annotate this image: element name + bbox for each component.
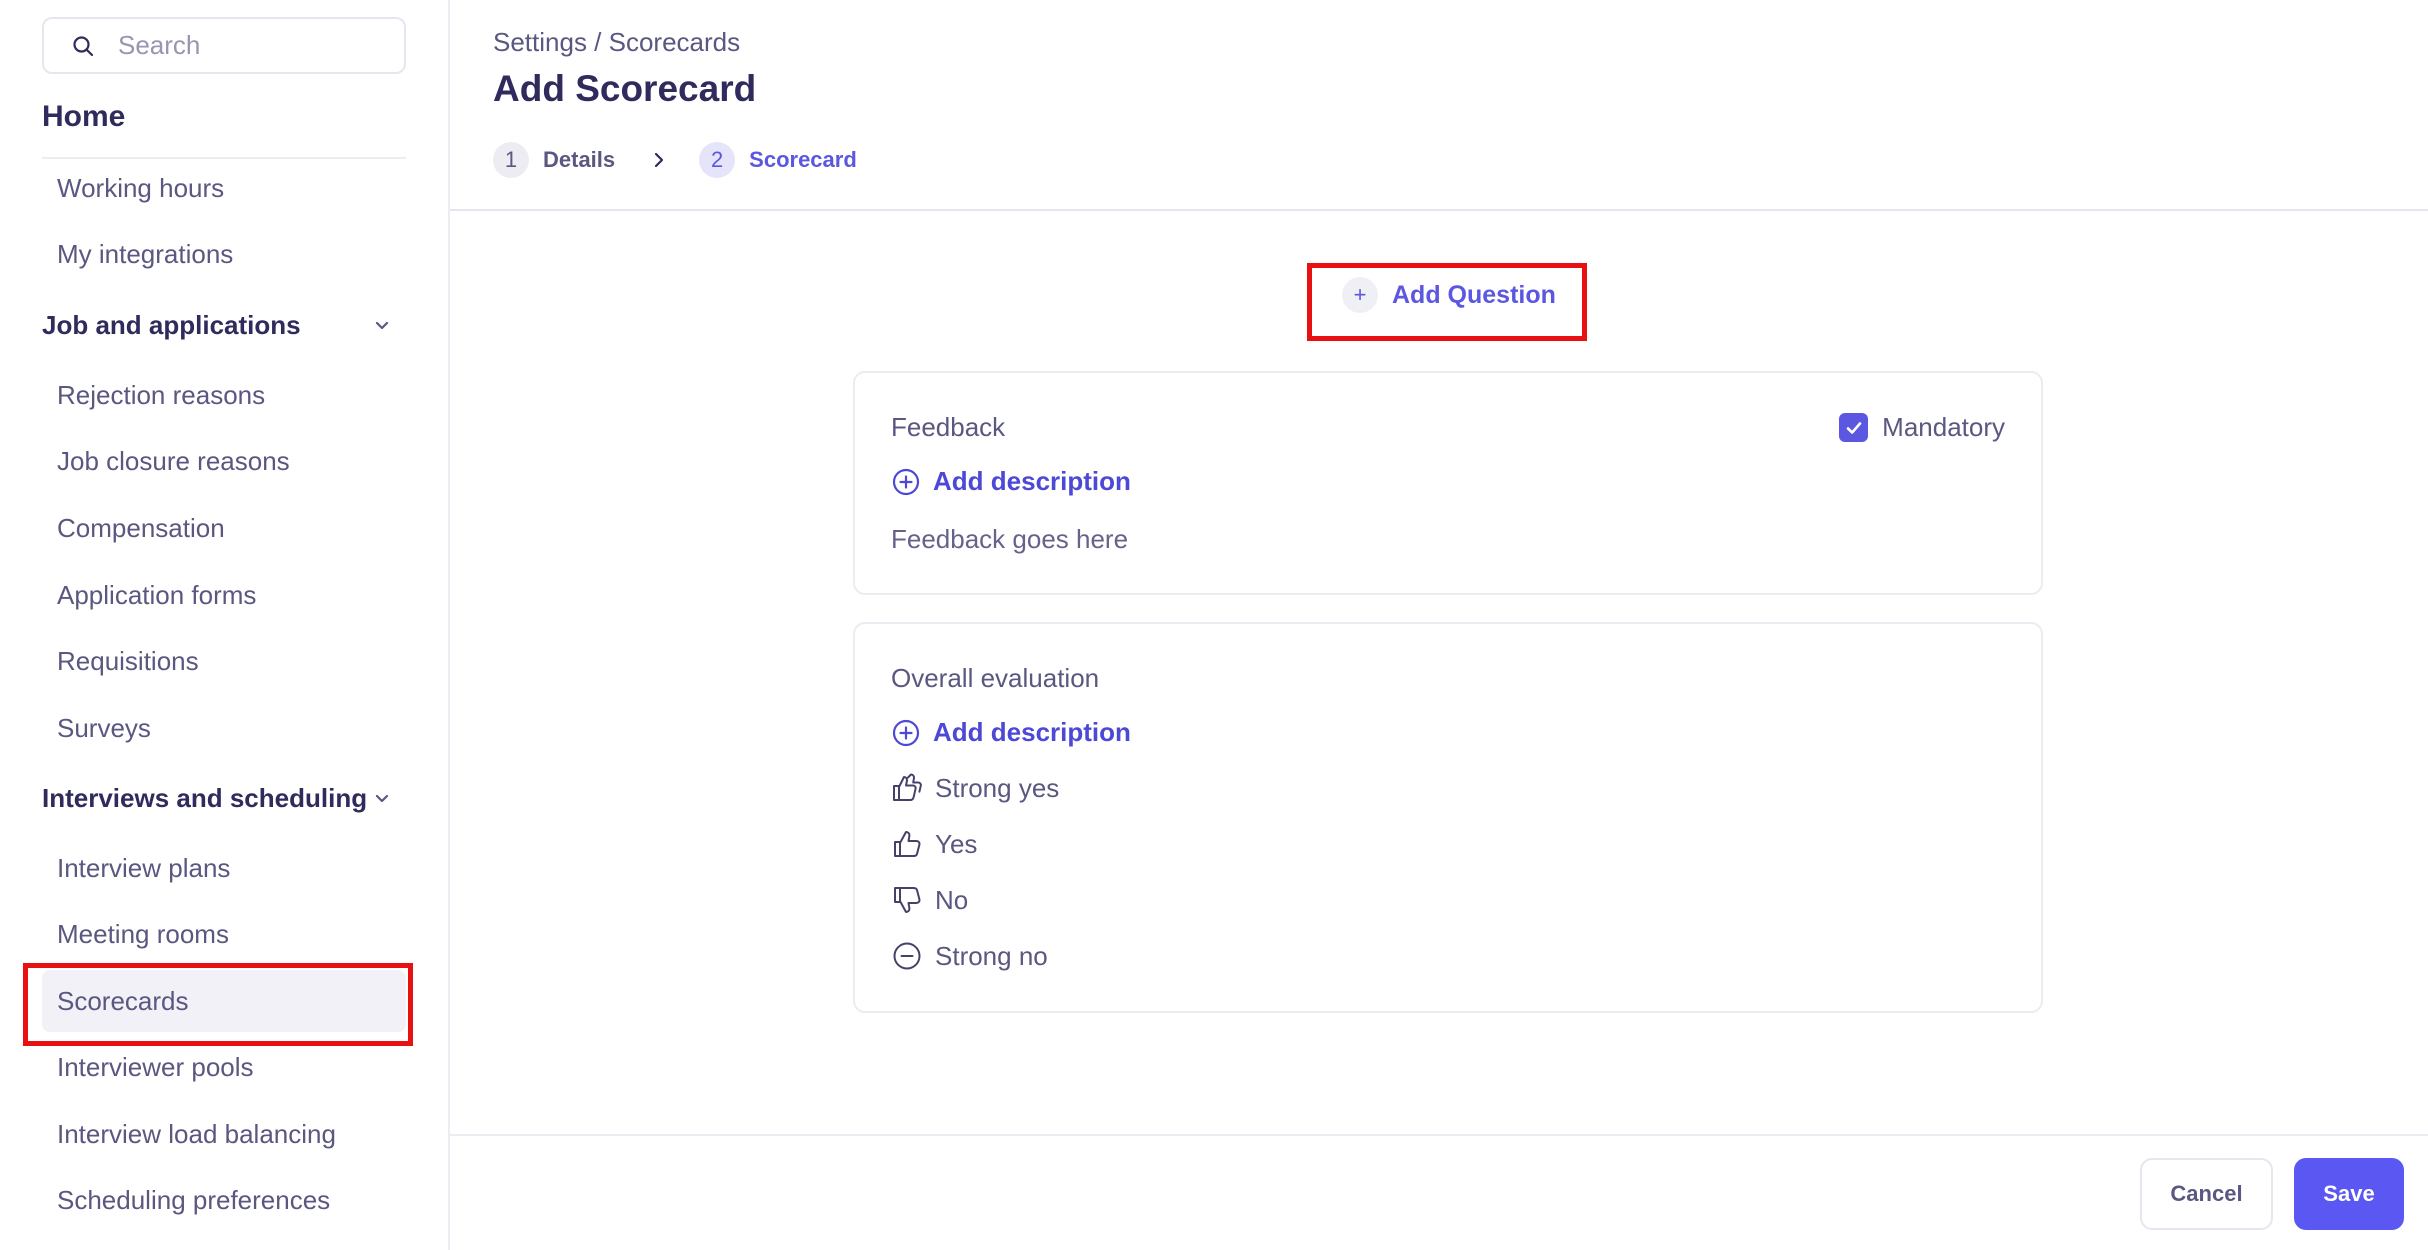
- add-description-button[interactable]: Add description: [891, 466, 1131, 497]
- sidebar-home[interactable]: Home: [42, 100, 125, 134]
- add-question-button[interactable]: + Add Question: [1342, 277, 1556, 313]
- feedback-question-card: Feedback Mandatory Add description Feedb…: [853, 371, 2043, 595]
- sidebar-item-job-closure-reasons[interactable]: Job closure reasons: [42, 430, 406, 492]
- footer-divider: [450, 1134, 2428, 1136]
- add-question-label: Add Question: [1392, 280, 1556, 309]
- sidebar-item-my-integrations[interactable]: My integrations: [42, 223, 406, 285]
- breadcrumb[interactable]: Settings / Scorecards: [493, 27, 740, 58]
- question-title[interactable]: Overall evaluation: [891, 663, 1099, 694]
- thumbs-down-icon: [891, 884, 923, 916]
- step-number: 1: [493, 142, 529, 178]
- evaluation-option-strong-no[interactable]: Strong no: [891, 940, 1048, 972]
- evaluation-option-yes[interactable]: Yes: [891, 828, 977, 860]
- sidebar-section-interviews-and-scheduling[interactable]: Interviews and scheduling: [42, 767, 406, 829]
- minus-circle-icon: [891, 940, 923, 972]
- cancel-button[interactable]: Cancel: [2140, 1158, 2273, 1230]
- sidebar-section-job-and-applications[interactable]: Job and applications: [42, 294, 406, 356]
- option-label: Strong no: [935, 940, 1048, 971]
- sidebar-section-title: Job and applications: [42, 309, 301, 340]
- double-thumbs-up-icon: [891, 772, 923, 804]
- option-label: No: [935, 884, 969, 915]
- sidebar-item-requisitions[interactable]: Requisitions: [42, 630, 406, 692]
- sidebar-section-title: Interviews and scheduling: [42, 782, 368, 813]
- chevron-down-icon[interactable]: [368, 784, 396, 812]
- sidebar-item-interview-load-balancing[interactable]: Interview load balancing: [42, 1103, 406, 1165]
- sidebar-item-interviewer-pools[interactable]: Interviewer pools: [42, 1036, 406, 1098]
- thumbs-up-icon: [891, 828, 923, 860]
- step-label: Scorecard: [749, 147, 857, 172]
- sidebar-item-compensation[interactable]: Compensation: [42, 497, 406, 559]
- option-label: Strong yes: [935, 772, 1060, 803]
- feedback-placeholder: Feedback goes here: [891, 524, 1129, 554]
- overall-evaluation-card: Overall evaluation Add description Stron…: [853, 622, 2043, 1013]
- evaluation-option-no[interactable]: No: [891, 884, 968, 916]
- option-label: Yes: [935, 828, 978, 859]
- search-input[interactable]: [118, 30, 378, 61]
- step-number: 2: [699, 142, 736, 178]
- sidebar-item-rejection-reasons[interactable]: Rejection reasons: [42, 364, 406, 426]
- sidebar-item-application-forms[interactable]: Application forms: [42, 564, 406, 626]
- add-description-label: Add description: [933, 717, 1131, 747]
- step-details[interactable]: 1 Details: [493, 142, 615, 178]
- search-icon: [68, 31, 98, 61]
- mandatory-label: Mandatory: [1882, 412, 2005, 442]
- evaluation-option-strong-yes[interactable]: Strong yes: [891, 772, 1059, 804]
- question-title[interactable]: Feedback: [891, 412, 1005, 443]
- stepper: 1 Details 2 Scorecard: [493, 142, 857, 178]
- plus-icon: +: [1342, 277, 1378, 313]
- sidebar-item-surveys[interactable]: Surveys: [42, 697, 406, 759]
- sidebar-item-meeting-rooms[interactable]: Meeting rooms: [42, 903, 406, 965]
- save-button[interactable]: Save: [2294, 1158, 2404, 1230]
- sidebar-item-working-hours[interactable]: Working hours: [42, 157, 406, 219]
- checkbox-checked-icon[interactable]: [1839, 413, 1869, 442]
- sidebar-item-interview-plans[interactable]: Interview plans: [42, 837, 406, 899]
- search-box[interactable]: [42, 17, 406, 74]
- add-description-button[interactable]: Add description: [891, 717, 1131, 748]
- add-description-label: Add description: [933, 466, 1131, 496]
- header-divider: [450, 209, 2428, 211]
- mandatory-checkbox[interactable]: Mandatory: [1839, 412, 2005, 443]
- sidebar: Home Working hours My integrations Job a…: [0, 0, 450, 1250]
- sidebar-item-scheduling-preferences[interactable]: Scheduling preferences: [42, 1169, 406, 1231]
- page-title: Add Scorecard: [493, 68, 757, 109]
- plus-circle-icon: [891, 718, 921, 748]
- plus-circle-icon: [891, 467, 921, 497]
- chevron-down-icon[interactable]: [368, 311, 396, 339]
- step-label: Details: [543, 147, 616, 172]
- chevron-right-icon: [639, 142, 679, 178]
- sidebar-item-scorecards[interactable]: Scorecards: [42, 970, 406, 1032]
- step-scorecard[interactable]: 2 Scorecard: [699, 142, 857, 178]
